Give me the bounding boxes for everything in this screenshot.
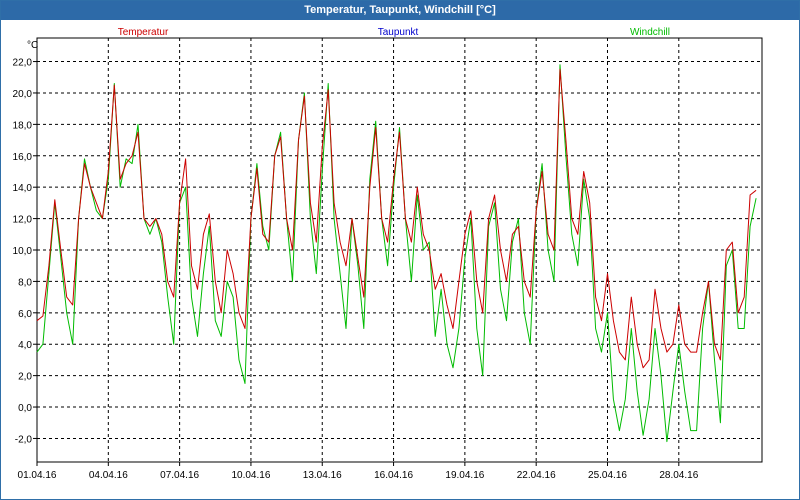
series-line-temperatur — [36, 68, 757, 369]
y-tick-label: 16,0 — [13, 152, 33, 163]
y-tick-label: 20,0 — [13, 89, 33, 100]
y-tick-label: 6,0 — [18, 309, 32, 320]
x-tick-label: 01.04.16 — [18, 470, 57, 481]
chart-grid — [36, 38, 762, 462]
y-axis-unit-label: °C — [27, 40, 38, 51]
series-line-windchill — [36, 64, 757, 443]
x-tick-label: 22.04.16 — [517, 470, 556, 481]
y-tick-label: -2,0 — [15, 434, 33, 445]
x-tick-label: 13.04.16 — [303, 470, 342, 481]
y-tick-label: 2,0 — [18, 372, 32, 383]
x-tick-label: 04.04.16 — [89, 470, 128, 481]
x-axis: 01.04.16 04.04.16 07.04.16 10.04.16 13.04.16… — [18, 462, 699, 481]
x-tick-label: 16.04.16 — [374, 470, 413, 481]
y-tick-label: 18,0 — [13, 120, 33, 131]
y-tick-label: 4,0 — [18, 340, 32, 351]
y-axis: 22,0 20,0 18,0 16,0 14,0 12,0 10,0 8,0 6,0 4,0 2,0… — [13, 58, 37, 445]
legend-item-windchill: Windchill — [630, 27, 670, 38]
legend-item-taupunkt: Taupunkt — [378, 27, 419, 38]
y-tick-label: 22,0 — [13, 58, 33, 69]
y-tick-label: 8,0 — [18, 277, 32, 288]
y-tick-label: 0,0 — [18, 403, 32, 414]
legend-item-temperatur: Temperatur — [118, 27, 169, 38]
x-tick-label: 25.04.16 — [588, 470, 627, 481]
y-tick-label: 10,0 — [13, 246, 33, 257]
chart-plot: 22,0 20,0 18,0 16,0 14,0 12,0 10,0 8,0 6,0 4,0 2,0… — [13, 27, 763, 481]
y-tick-label: 12,0 — [13, 215, 33, 226]
chart-series — [36, 64, 757, 443]
x-tick-label: 19.04.16 — [445, 470, 484, 481]
x-tick-label: 28.04.16 — [659, 470, 698, 481]
x-tick-label: 10.04.16 — [231, 470, 270, 481]
x-tick-label: 07.04.16 — [160, 470, 199, 481]
y-tick-label: 14,0 — [13, 183, 33, 194]
